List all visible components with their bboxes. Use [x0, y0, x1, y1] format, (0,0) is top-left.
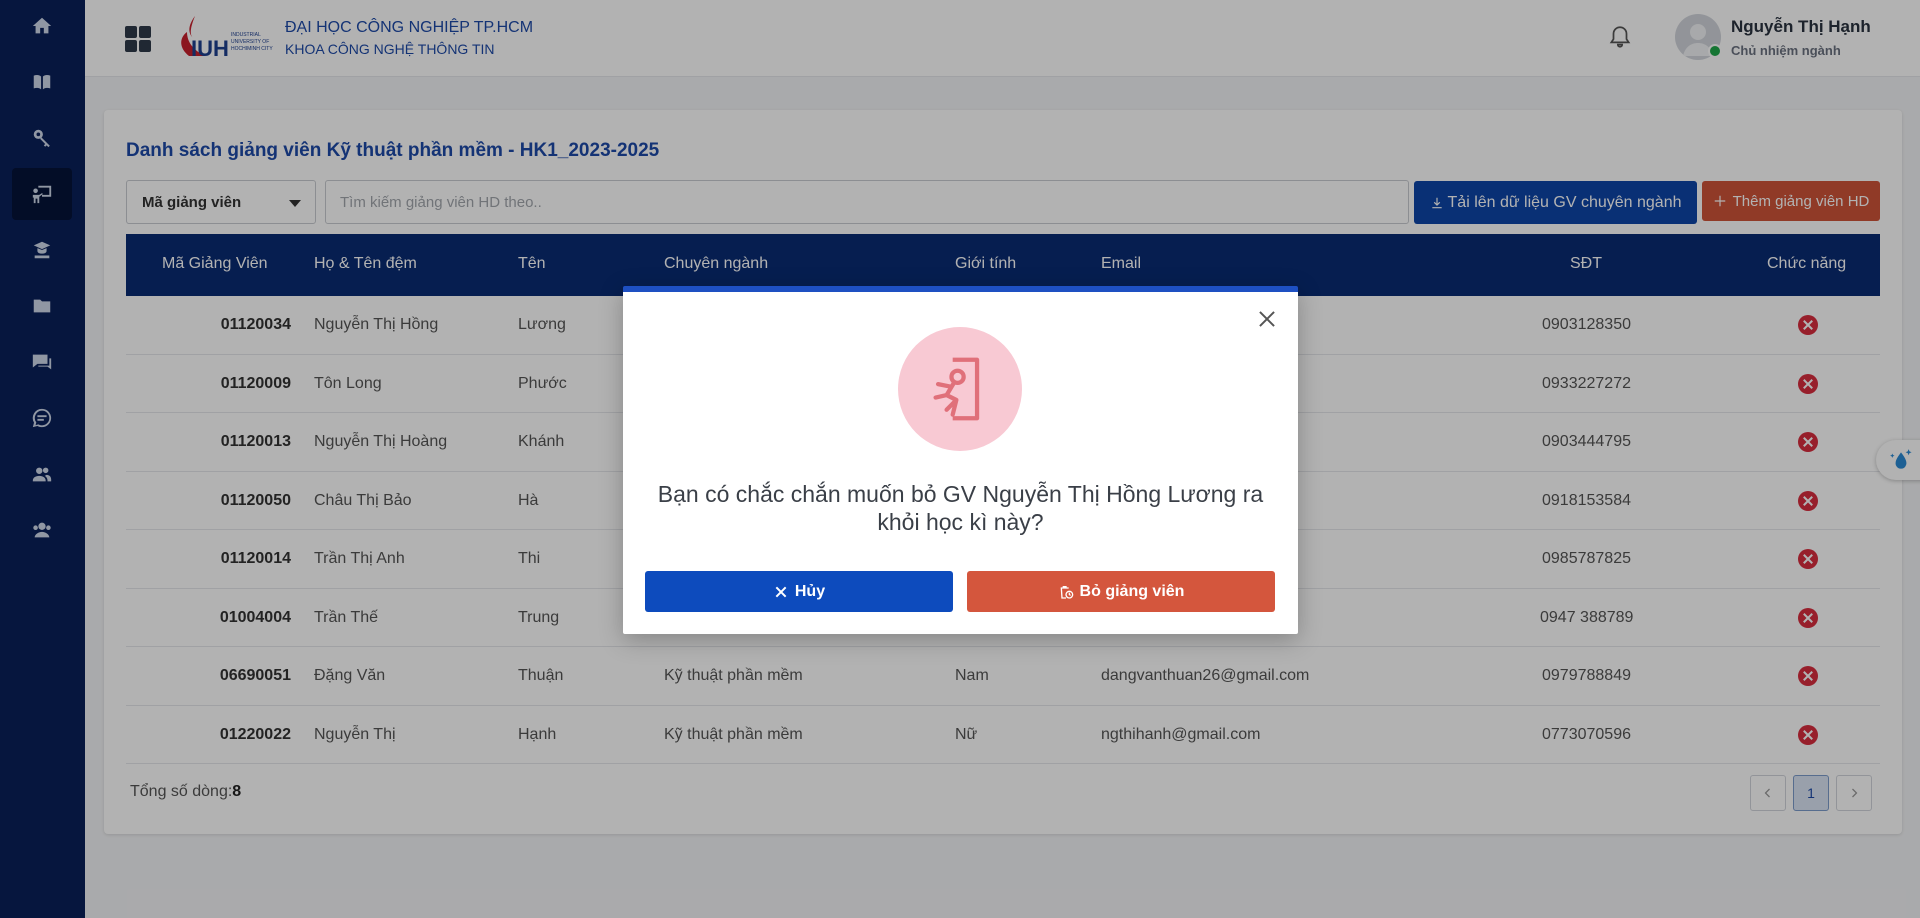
cancel-label: Hủy [794, 582, 826, 600]
remove-lecturer-button[interactable]: Bỏ giảng viên [967, 571, 1275, 612]
cancel-button[interactable]: Hủy [645, 571, 953, 612]
confirm-message: Bạn có chắc chắn muốn bỏ GV Nguyễn Thị H… [657, 481, 1264, 535]
cross-icon [775, 586, 787, 597]
trash-clock-icon [1060, 585, 1073, 599]
exit-door-icon [898, 327, 1022, 451]
remove-lecturer-label: Bỏ giảng viên [1079, 582, 1185, 600]
close-icon[interactable] [1256, 308, 1278, 330]
confirm-remove-dialog: Bạn có chắc chắn muốn bỏ GV Nguyễn Thị H… [623, 286, 1298, 634]
